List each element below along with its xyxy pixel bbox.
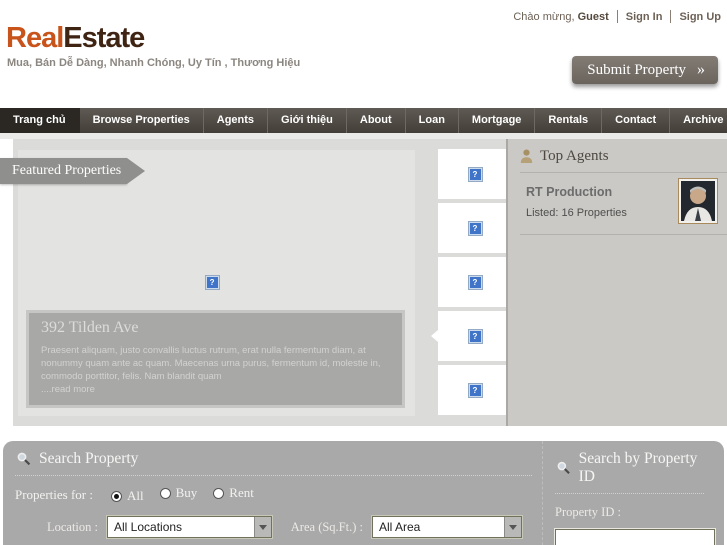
properties-for-radio-group: All Buy Rent: [110, 485, 270, 504]
tagline: Mua, Bán Dễ Dàng, Nhanh Chóng, Uy Tín , …: [7, 57, 301, 69]
slider-thumbnail[interactable]: ?: [438, 365, 512, 415]
nav-item[interactable]: Archive Pages: [670, 108, 727, 133]
person-icon: [520, 149, 533, 163]
sign-in-link[interactable]: Sign In: [626, 11, 663, 23]
logo-part-2: Estate: [63, 22, 145, 54]
dropdown-arrow-icon[interactable]: [254, 517, 271, 537]
double-chevron-icon: »: [697, 61, 705, 78]
divider: [616, 10, 618, 23]
property-id-label: Property ID :: [555, 505, 621, 519]
search-panel-title: Search Property: [39, 450, 139, 467]
radio-circle-icon: [213, 487, 225, 499]
search-by-id-panel: Search by Property ID Property ID : Tìm …: [542, 441, 724, 545]
nav-item[interactable]: Mortgage: [459, 108, 536, 133]
nav-item[interactable]: Agents: [204, 108, 269, 133]
slide-caption: 392 Tilden Ave Praesent aliquam, justo c…: [26, 310, 405, 408]
featured-properties-ribbon: Featured Properties: [0, 158, 146, 184]
slide-description: Praesent aliquam, justo convallis luctus…: [41, 345, 381, 382]
area-label: Area (Sq.Ft.) :: [290, 519, 363, 534]
search-by-id-title: Search by Property ID: [578, 450, 698, 485]
header: Chào mừng, Guest Sign In Sign Up RealEst…: [0, 0, 727, 108]
nav-item[interactable]: Giới thiệu: [268, 108, 347, 133]
divider: [670, 10, 672, 23]
property-id-input[interactable]: [555, 529, 715, 545]
slider-thumbnail[interactable]: ?: [438, 149, 512, 199]
radio-circle-icon: [159, 487, 171, 499]
radio-option-buy[interactable]: Buy: [159, 485, 197, 501]
nav-item[interactable]: Trang chủ: [0, 108, 80, 133]
radio-circle-icon: [110, 490, 122, 502]
search-icon: [557, 461, 570, 475]
sidebar-title: Top Agents: [540, 148, 609, 164]
broken-image-icon: ?: [204, 275, 220, 291]
area-selected-value: All Area: [379, 520, 421, 534]
broken-image-icon: ?: [467, 220, 483, 236]
content-gap: [0, 426, 727, 441]
divider: [555, 493, 704, 494]
content-band: ? 392 Tilden Ave Praesent aliquam, justo…: [0, 139, 727, 426]
location-selected-value: All Locations: [114, 520, 183, 534]
top-agents-sidebar: Top Agents RT Production Listed: 16 Prop…: [506, 139, 727, 426]
search-icon: [17, 452, 31, 466]
location-label: Location :: [46, 519, 98, 534]
main-nav: Trang chủ Browse Properties Agents Giới thi…: [0, 108, 727, 133]
nav-item[interactable]: Loan: [406, 108, 459, 133]
logo[interactable]: RealEstate: [6, 22, 145, 55]
properties-for-label: Properties for :: [15, 486, 93, 502]
welcome-user: Guest: [577, 10, 609, 23]
nav-item[interactable]: Contact: [602, 108, 671, 133]
radio-option-all[interactable]: All: [110, 488, 144, 504]
location-select[interactable]: All Locations: [107, 516, 272, 538]
dropdown-arrow-icon[interactable]: [504, 517, 521, 537]
agent-avatar: [678, 178, 718, 224]
nav-item[interactable]: Browse Properties: [80, 108, 204, 133]
search-band: Search Property Properties for : All Buy R…: [3, 441, 724, 545]
welcome-text: Chào mừng,: [513, 10, 575, 23]
slider-thumbnail[interactable]: ?: [438, 203, 512, 253]
broken-image-icon: ?: [467, 166, 483, 182]
submit-property-button[interactable]: Submit Property »: [572, 56, 718, 84]
slider-thumbnail[interactable]: ?: [431, 311, 512, 361]
broken-image-icon: ?: [467, 328, 483, 344]
nav-item[interactable]: Rentals: [535, 108, 603, 133]
welcome-bar: Chào mừng, Guest Sign In Sign Up: [513, 10, 721, 23]
search-property-panel: Search Property Properties for : All Buy R…: [3, 441, 542, 545]
property-slider[interactable]: ? 392 Tilden Ave Praesent aliquam, justo…: [18, 150, 415, 416]
read-more-link[interactable]: ....read more: [41, 384, 95, 395]
area-select[interactable]: All Area: [372, 516, 522, 538]
broken-image-icon: ?: [467, 274, 483, 290]
slide-title[interactable]: 392 Tilden Ave: [41, 319, 390, 337]
logo-part-1: Real: [6, 22, 64, 54]
sign-up-link[interactable]: Sign Up: [679, 11, 721, 23]
divider: [15, 475, 532, 476]
radio-option-rent[interactable]: Rent: [213, 485, 254, 501]
slider-broken-image-holder: ?: [204, 272, 220, 291]
nav-item[interactable]: About: [347, 108, 406, 133]
agent-list-item[interactable]: RT Production Listed: 16 Properties: [520, 173, 727, 235]
slider-thumbnail[interactable]: ?: [438, 257, 512, 307]
submit-property-label: Submit Property: [587, 61, 686, 78]
slider-thumbnails: ?????: [431, 149, 512, 419]
broken-image-icon: ?: [467, 382, 483, 398]
